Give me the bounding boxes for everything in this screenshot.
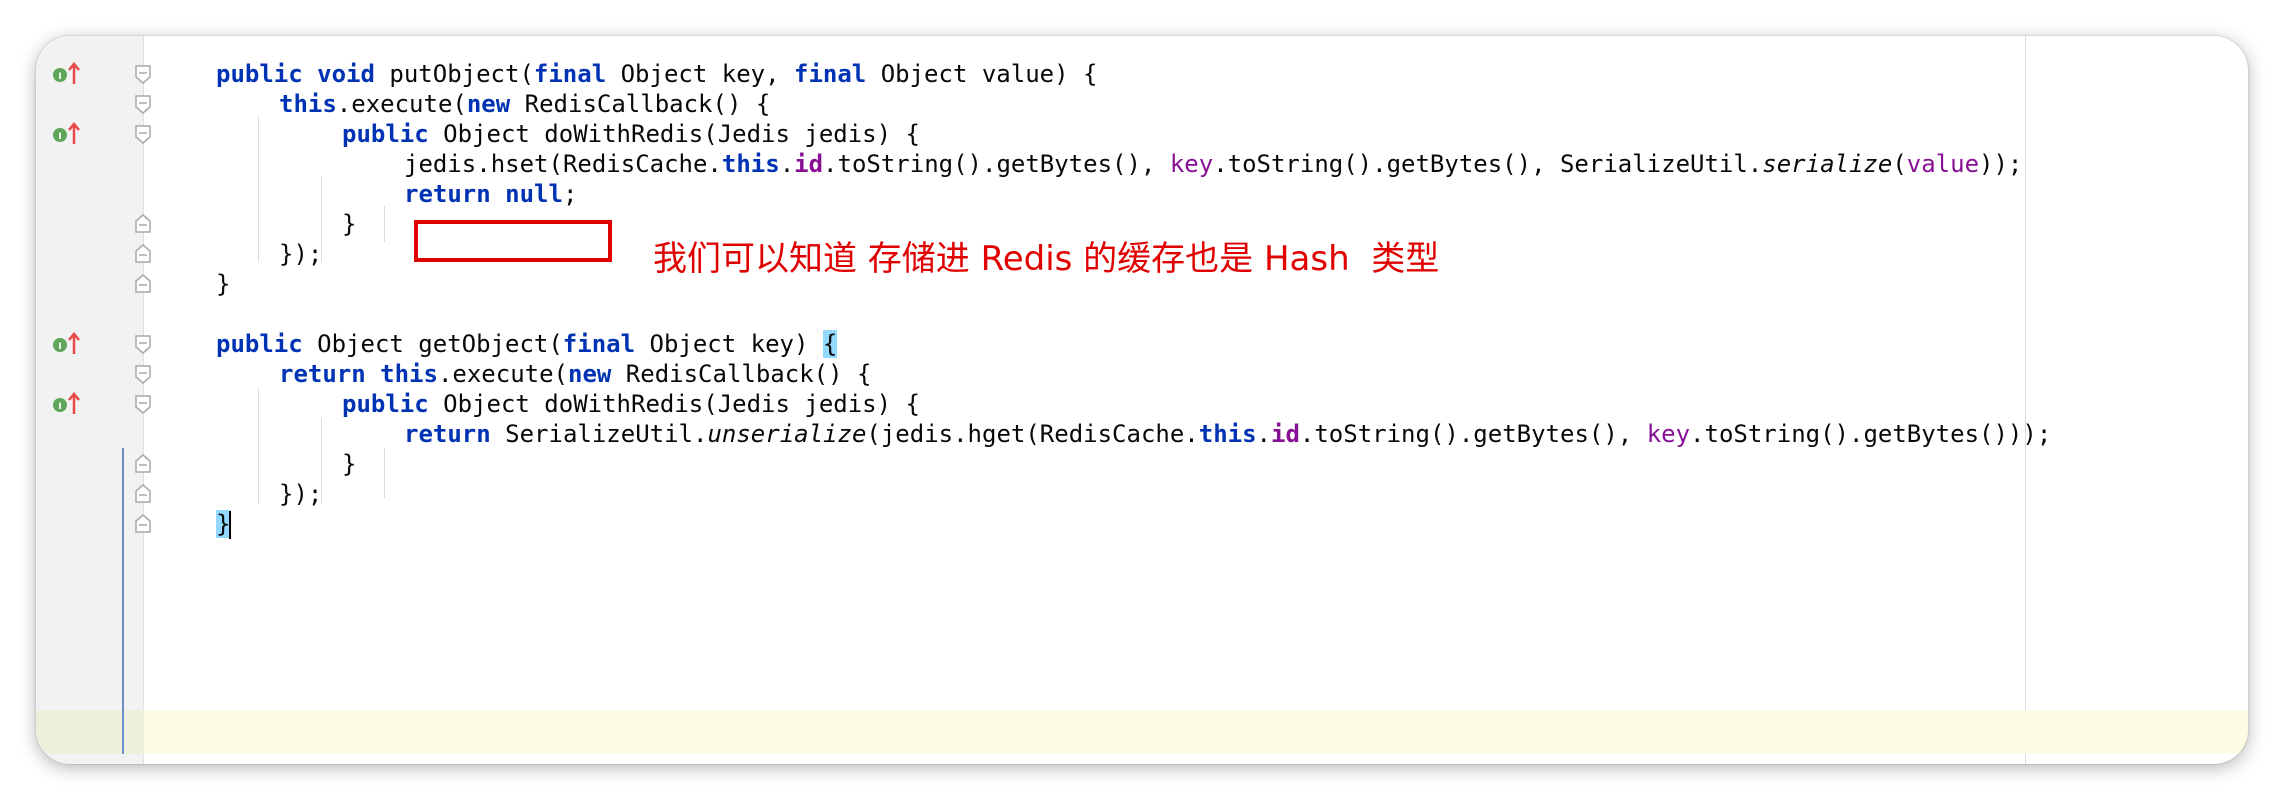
text-caret (229, 511, 232, 539)
svg-text:I: I (58, 132, 61, 142)
fold-end-icon[interactable] (132, 513, 154, 535)
fold-end-icon[interactable] (132, 273, 154, 295)
svg-text:I: I (58, 72, 61, 82)
matched-brace: } (216, 510, 231, 538)
annotation-text: 我们可以知道 存储进 Redis 的缓存也是 Hash 类型 (653, 239, 1440, 279)
code-text: } (216, 270, 231, 298)
hset-highlight-box (414, 220, 612, 262)
current-line-highlight (36, 710, 2248, 754)
svg-text:I: I (58, 342, 61, 352)
svg-text:I: I (58, 402, 61, 412)
code-editor-window: I public void putObject(final Object key… (36, 36, 2248, 764)
code-line-current[interactable]: } (36, 502, 2248, 546)
